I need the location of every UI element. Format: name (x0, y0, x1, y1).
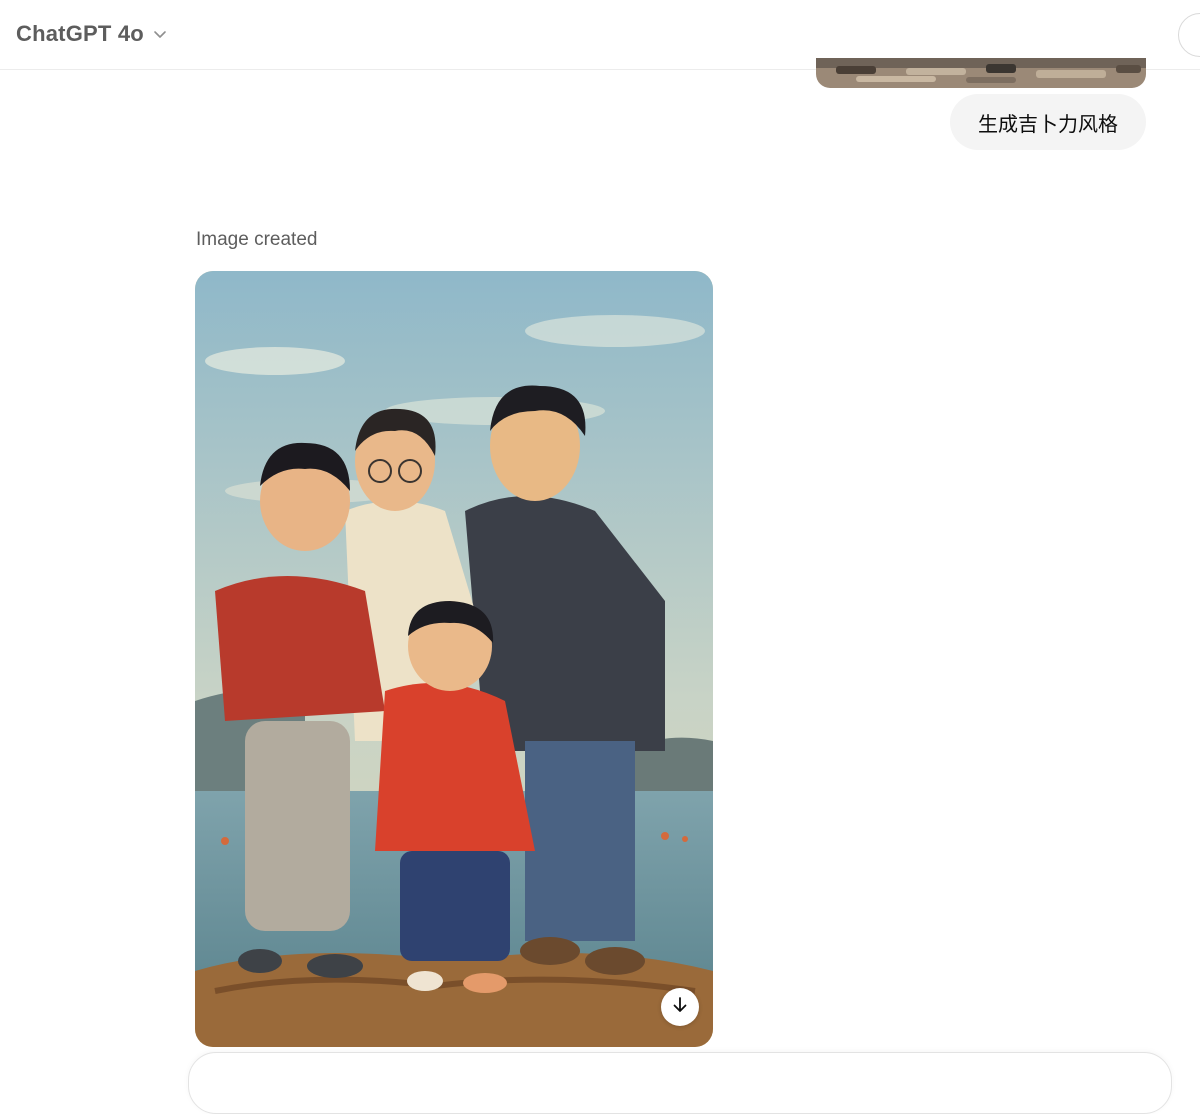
image-created-label: Image created (196, 229, 318, 250)
user-message-text: 生成吉卜力风格 (978, 111, 1118, 136)
profile-avatar-button[interactable] (1178, 13, 1200, 57)
chevron-down-icon (152, 26, 168, 42)
arrow-down-icon (670, 995, 690, 1020)
download-button[interactable] (661, 988, 699, 1026)
message-composer[interactable] (188, 1052, 1172, 1114)
user-message-bubble: 生成吉卜力风格 (950, 94, 1146, 150)
model-name: ChatGPT 4o (16, 21, 144, 46)
previous-uploaded-image[interactable] (816, 58, 1146, 88)
generated-image[interactable] (195, 271, 713, 1047)
model-switcher-button[interactable]: ChatGPT 4o (8, 14, 176, 54)
